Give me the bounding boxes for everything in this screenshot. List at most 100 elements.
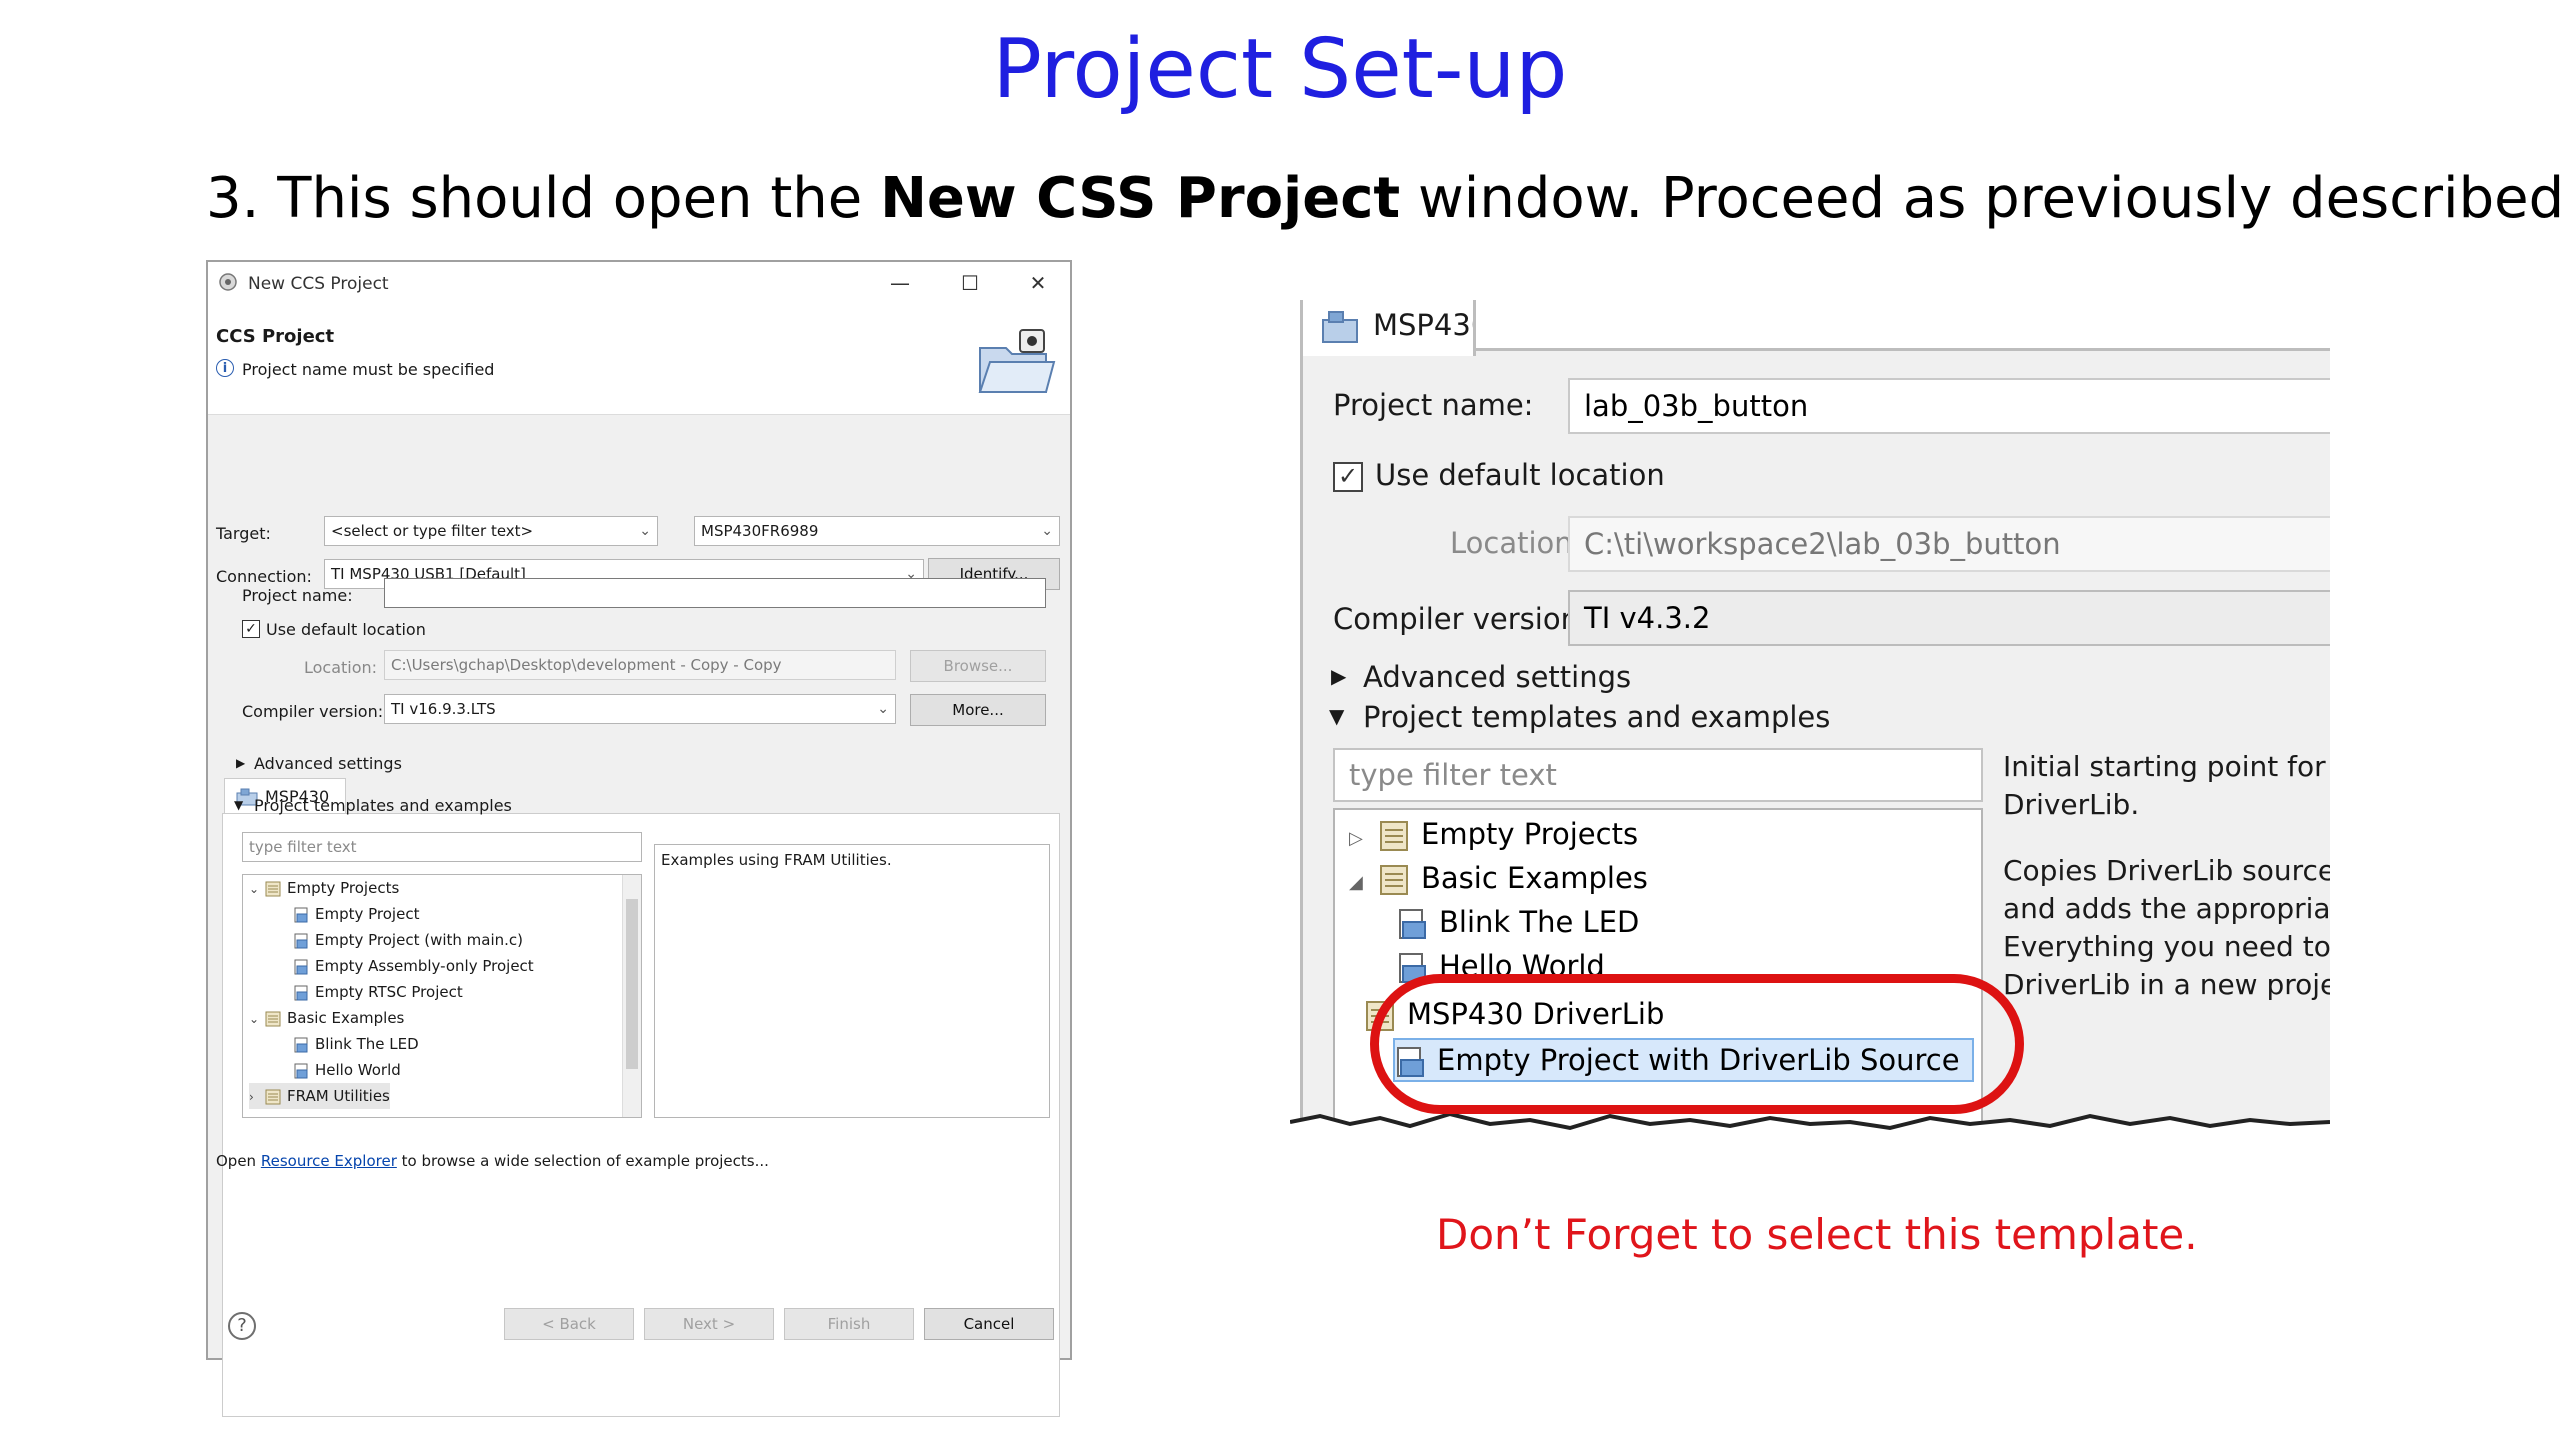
back-button[interactable]: < Back (504, 1308, 634, 1340)
zoom-template-tree-item-label: Blink The LED (1439, 905, 1640, 939)
location-input[interactable]: C:\Users\gchap\Desktop\development - Cop… (384, 650, 896, 680)
expand-arrow-icon[interactable]: ▷ (1349, 819, 1379, 859)
close-button[interactable]: ✕ (1018, 268, 1058, 298)
template-tree[interactable]: ⌄ Empty Projects Empty Project Empty Projec… (242, 874, 642, 1118)
project-tab-icon (1322, 311, 1358, 343)
dialog-title: New CCS Project (248, 274, 389, 294)
project-name-label: Project name: (242, 586, 353, 605)
wizard-page-title: CCS Project (216, 326, 335, 347)
templates-toggle[interactable]: Project templates and examples (254, 796, 512, 815)
browse-button[interactable]: Browse... (910, 650, 1046, 682)
zoom-template-tree-item[interactable]: Blink The LED (1397, 902, 1639, 942)
minimize-button[interactable]: — (880, 268, 920, 298)
compiler-version-label: Compiler version: (242, 702, 384, 721)
torn-edge (1290, 1112, 2330, 1152)
zoom-use-default-location-checkbox[interactable]: ✓ (1333, 462, 1363, 492)
hint-suffix: to browse a wide selection of example pr… (396, 1152, 769, 1170)
template-tree-item-label: Empty Assembly-only Project (315, 957, 534, 975)
folder-icon (265, 1087, 287, 1105)
zoom-templates-label[interactable]: Project templates and examples (1363, 700, 1830, 734)
templates-twisty-icon[interactable]: ▼ (234, 798, 243, 812)
zoom-description-line-2: Copies DriverLib source and adds the app… (2003, 854, 2330, 1001)
wizard-header: CCS Project i Project name must be speci… (208, 306, 1070, 415)
template-tree-item[interactable]: Hello World (277, 1057, 401, 1083)
template-tree-item[interactable]: ⌄ Basic Examples (249, 1005, 404, 1031)
template-filter-input[interactable]: type filter text (242, 832, 642, 862)
template-tree-item[interactable]: Empty Project (with main.c) (277, 927, 523, 953)
folder-icon (265, 1009, 287, 1027)
zoom-description-line-1: Initial starting point for DriverLib. (2003, 750, 2326, 821)
zoom-advanced-twisty-icon[interactable]: ▶ (1331, 664, 1346, 688)
compiler-version-text: TI v16.9.3.LTS (391, 700, 496, 718)
folder-icon (1379, 817, 1421, 851)
step-text-bold: New CSS Project (880, 166, 1401, 231)
project-icon (293, 905, 315, 923)
template-tree-item[interactable]: › FRAM Utilities (249, 1083, 390, 1109)
more-button[interactable]: More... (910, 694, 1046, 726)
zoom-template-description: Initial starting point for DriverLib. Co… (2003, 748, 2330, 1128)
scrollbar-thumb[interactable] (626, 899, 638, 1069)
zoom-template-tree-item-label: Basic Examples (1421, 861, 1648, 895)
zoom-compiler-combo[interactable]: TI v4.3.2 (1568, 590, 2330, 646)
template-tree-item[interactable]: Blink The LED (277, 1031, 419, 1057)
zoom-tab-msp430[interactable]: MSP430 (1303, 300, 1489, 356)
project-icon (1397, 905, 1439, 939)
advanced-settings-twisty-icon[interactable]: ▶ (236, 756, 245, 770)
template-tree-item[interactable]: ⌄ Empty Projects (249, 875, 399, 901)
zoom-filter-input[interactable]: type filter text (1333, 748, 1983, 802)
template-tree-item[interactable]: Empty RTSC Project (277, 979, 463, 1005)
template-tree-item-label: Empty Project (315, 905, 420, 923)
finish-button[interactable]: Finish (784, 1308, 914, 1340)
zoom-tab-label: MSP430 (1373, 308, 1490, 342)
collapse-arrow-icon[interactable]: ◢ (1349, 863, 1379, 903)
project-icon (293, 1035, 315, 1053)
template-tree-item-label: FRAM Utilities (287, 1087, 390, 1105)
compiler-version-combo[interactable]: TI v16.9.3.LTS ⌄ (384, 694, 896, 724)
chevron-down-icon[interactable]: ⌄ (249, 876, 265, 902)
wizard-message: Project name must be specified (242, 360, 495, 379)
template-tree-item[interactable]: Empty Project (277, 901, 419, 927)
zoom-template-tree-item[interactable]: ◢ Basic Examples (1349, 858, 1648, 898)
chevron-down-icon: ⌄ (639, 523, 651, 539)
target-device-text: MSP430FR6989 (701, 522, 819, 540)
zoom-location-label: Location: (1450, 526, 1583, 560)
resource-explorer-hint: Open Resource Explorer to browse a wide … (216, 1152, 769, 1170)
next-button[interactable]: Next > (644, 1308, 774, 1340)
chevron-down-icon: ⌄ (1041, 523, 1053, 539)
use-default-location-checkbox[interactable]: ✓ (242, 620, 260, 638)
advanced-settings-toggle[interactable]: Advanced settings (254, 754, 402, 773)
new-ccs-project-dialog: New CCS Project — ☐ ✕ CCS Project i Proj… (206, 260, 1072, 1417)
ccs-app-icon (219, 273, 237, 291)
reminder-note: Don’t Forget to select this template. (1436, 1210, 2198, 1259)
target-device-combo[interactable]: MSP430FR6989 ⌄ (694, 516, 1060, 546)
zoom-templates-twisty-icon[interactable]: ▼ (1329, 704, 1344, 728)
location-label: Location: (304, 658, 378, 677)
help-icon[interactable]: ? (228, 1312, 256, 1340)
template-tree-item-label: Empty Project (with main.c) (315, 931, 524, 949)
template-highlight-oval (1370, 974, 2024, 1114)
target-filter-combo[interactable]: <select or type filter text> ⌄ (324, 516, 658, 546)
dialog-titlebar: New CCS Project — ☐ ✕ (208, 262, 1070, 306)
project-name-input[interactable] (384, 578, 1046, 608)
zoom-project-name-label: Project name: (1333, 388, 1534, 422)
template-description-text: Examples using FRAM Utilities. (661, 851, 892, 869)
resource-explorer-link[interactable]: Resource Explorer (261, 1152, 397, 1170)
zoom-template-tree-item-label: Empty Projects (1421, 817, 1639, 851)
zoom-compiler-label: Compiler version: (1333, 602, 1589, 636)
template-tree-item-label: Empty Projects (287, 879, 400, 897)
new-project-folder-icon (978, 329, 1056, 393)
chevron-down-icon[interactable]: ⌄ (249, 1006, 265, 1032)
maximize-button[interactable]: ☐ (950, 268, 990, 298)
project-icon (293, 957, 315, 975)
template-tree-scrollbar[interactable] (622, 875, 641, 1117)
chevron-right-icon[interactable]: › (249, 1084, 265, 1110)
cancel-button[interactable]: Cancel (924, 1308, 1054, 1340)
template-tree-item[interactable]: Empty Assembly-only Project (277, 953, 534, 979)
template-tree-item-label: Hello World (315, 1061, 401, 1079)
step-text-suffix: window. Proceed as previously described. (1400, 166, 2560, 231)
zoom-template-tree-item[interactable]: ▷ Empty Projects (1349, 814, 1638, 854)
zoom-advanced-settings[interactable]: Advanced settings (1363, 660, 1631, 694)
zoom-location-input[interactable]: C:\ti\workspace2\lab_03b_button (1568, 516, 2330, 572)
zoom-project-name-input[interactable]: lab_03b_button (1568, 378, 2330, 434)
use-default-location-label: Use default location (266, 620, 426, 639)
